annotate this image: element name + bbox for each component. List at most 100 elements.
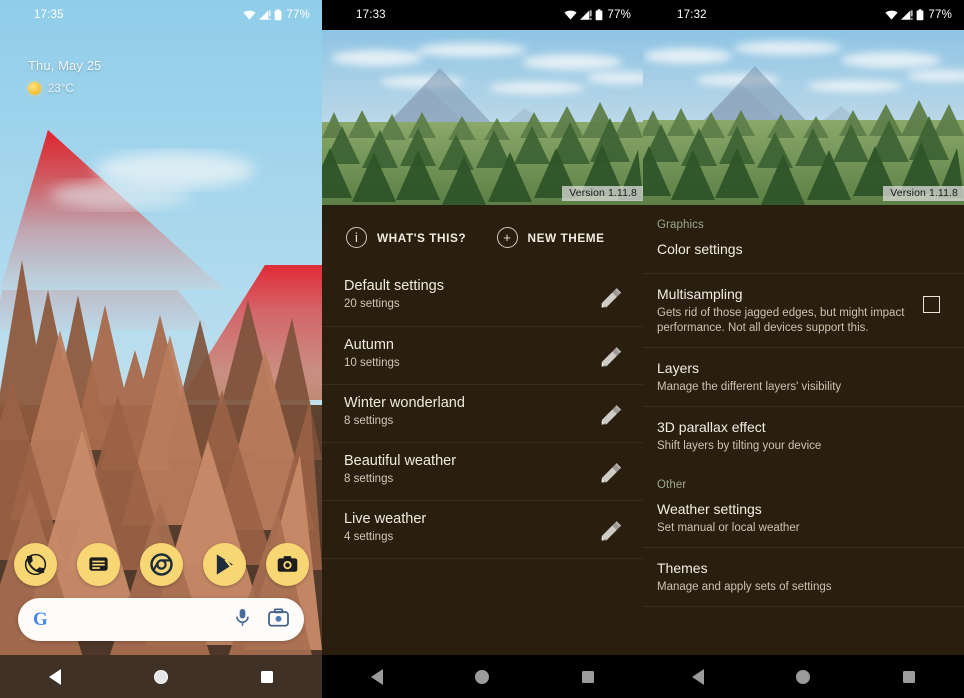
home-icon xyxy=(154,669,168,684)
new-theme-button[interactable]: + NEW THEME xyxy=(483,227,644,248)
home-button[interactable] xyxy=(108,669,214,684)
home-button[interactable] xyxy=(751,669,857,684)
navigation-bar-settings xyxy=(643,655,964,698)
chrome-icon xyxy=(149,553,173,576)
setting-title: Weather settings xyxy=(657,501,762,517)
setting-row-multisampling[interactable]: Multisampling Gets rid of those jagged e… xyxy=(643,273,964,347)
camera-icon xyxy=(276,553,299,576)
dock-item-messages[interactable] xyxy=(76,543,120,586)
home-icon xyxy=(475,669,490,684)
widget-date: Thu, May 25 xyxy=(28,58,102,73)
dock-item-camera[interactable] xyxy=(265,543,309,586)
theme-subtitle: 10 settings xyxy=(344,357,400,369)
themes-body: i WHAT'S THIS? + NEW THEME Default setti… xyxy=(322,205,643,655)
pencil-icon[interactable] xyxy=(597,517,625,550)
list-bottom-divider xyxy=(322,558,643,559)
setting-row-layers[interactable]: Layers Manage the different layers' visi… xyxy=(643,347,964,406)
section-header-graphics: Graphics xyxy=(657,219,704,231)
theme-title: Winter wonderland xyxy=(344,395,465,411)
phone-panel-settings: 17:32 77% Version 1.11.8 Graphics Color … xyxy=(643,0,964,698)
back-button[interactable] xyxy=(645,668,751,685)
home-icon xyxy=(796,669,811,684)
setting-title: Multisampling xyxy=(657,286,743,302)
list-item[interactable]: Live weather 4 settings xyxy=(322,500,643,558)
wifi-icon xyxy=(885,10,898,21)
status-time: 17:35 xyxy=(34,9,64,21)
pencil-icon[interactable] xyxy=(597,284,625,317)
battery-percent: 77% xyxy=(928,9,952,21)
forest-preview-hero-themes[interactable]: Version 1.11.8 xyxy=(322,30,643,205)
dock-item-chrome[interactable] xyxy=(139,543,183,586)
setting-title: 3D parallax effect xyxy=(657,419,766,435)
list-item[interactable]: Autumn 10 settings xyxy=(322,326,643,384)
three-phone-screenshot-row: 17:35 77% Thu, May 25 23°C G 17:33 77% V… xyxy=(0,0,964,698)
setting-row-3d-parallax-effect[interactable]: 3D parallax effect Shift layers by tilti… xyxy=(643,406,964,465)
status-time: 17:32 xyxy=(677,9,707,21)
setting-row-themes[interactable]: Themes Manage and apply sets of settings xyxy=(643,547,964,606)
setting-row-weather-settings[interactable]: Weather settings Set manual or local wea… xyxy=(643,498,964,547)
home-button[interactable] xyxy=(430,669,536,684)
list-item[interactable]: Beautiful weather 8 settings xyxy=(322,442,643,500)
setting-subtitle: Shift layers by tilting your device xyxy=(657,440,822,452)
pencil-icon[interactable] xyxy=(597,343,625,376)
battery-percent: 77% xyxy=(607,9,631,21)
recents-button[interactable] xyxy=(535,670,641,683)
dock-item-phone[interactable] xyxy=(13,543,57,586)
forest-preview-hero-settings[interactable]: Version 1.11.8 xyxy=(643,30,964,205)
recents-icon xyxy=(582,670,595,683)
theme-list: Default settings 20 settings Autumn 10 s… xyxy=(322,268,643,559)
plus-icon: + xyxy=(496,227,518,248)
status-bar-settings: 17:32 77% xyxy=(643,0,964,30)
phone-panel-home: 17:35 77% Thu, May 25 23°C G xyxy=(0,0,322,698)
theme-subtitle: 8 settings xyxy=(344,415,394,427)
theme-title: Live weather xyxy=(344,511,427,527)
back-icon xyxy=(691,668,704,685)
cell-signal-icon xyxy=(901,9,913,21)
version-badge: Version 1.11.8 xyxy=(883,186,964,201)
navigation-bar-home xyxy=(0,655,322,698)
sun-icon xyxy=(28,82,41,95)
theme-subtitle: 20 settings xyxy=(344,298,400,310)
google-search-bar[interactable]: G xyxy=(18,598,304,641)
recents-button[interactable] xyxy=(856,670,962,683)
dock-item-play-store[interactable] xyxy=(202,543,246,586)
section-header-other: Other xyxy=(657,479,687,491)
recents-button[interactable] xyxy=(214,670,320,683)
back-button[interactable] xyxy=(324,668,430,685)
phone-panel-themes: 17:33 77% Version 1.11.8 i WHAT'S THIS? … xyxy=(322,0,643,698)
back-icon xyxy=(48,668,61,685)
setting-row-partially-visible[interactable] xyxy=(643,606,964,621)
phone-icon xyxy=(24,553,47,576)
back-button[interactable] xyxy=(2,668,108,685)
theme-title: Autumn xyxy=(344,337,394,353)
setting-title: Themes xyxy=(657,560,708,576)
navigation-bar-themes xyxy=(322,655,643,698)
list-item[interactable]: Default settings 20 settings xyxy=(322,268,643,326)
pencil-icon[interactable] xyxy=(597,401,625,434)
battery-percent: 77% xyxy=(286,9,310,21)
cell-signal-icon xyxy=(580,9,592,21)
wifi-icon xyxy=(564,10,577,21)
microphone-icon[interactable] xyxy=(234,608,251,632)
list-item[interactable]: Winter wonderland 8 settings xyxy=(322,384,643,442)
setting-subtitle: Set manual or local weather xyxy=(657,522,800,534)
pencil-icon[interactable] xyxy=(597,459,625,492)
setting-row-color-settings[interactable]: Color settings xyxy=(643,238,964,273)
home-weather-widget[interactable]: Thu, May 25 23°C xyxy=(28,58,101,95)
whats-this-label: WHAT'S THIS? xyxy=(377,230,467,245)
setting-title: Color settings xyxy=(657,241,743,257)
google-lens-icon[interactable] xyxy=(268,607,289,632)
version-badge: Version 1.11.8 xyxy=(562,186,643,201)
setting-subtitle: Manage the different layers' visibility xyxy=(657,381,842,393)
info-icon: i xyxy=(346,227,367,248)
battery-icon xyxy=(595,9,603,21)
new-theme-label: NEW THEME xyxy=(527,230,605,245)
theme-title: Beautiful weather xyxy=(344,453,457,469)
theme-subtitle: 4 settings xyxy=(344,531,394,543)
setting-title: Layers xyxy=(657,360,700,376)
whats-this-button[interactable]: i WHAT'S THIS? xyxy=(322,227,483,248)
battery-icon xyxy=(916,9,924,21)
multisampling-checkbox[interactable] xyxy=(923,296,940,313)
status-bar-themes: 17:33 77% xyxy=(322,0,643,30)
status-bar-home: 17:35 77% xyxy=(0,0,322,30)
